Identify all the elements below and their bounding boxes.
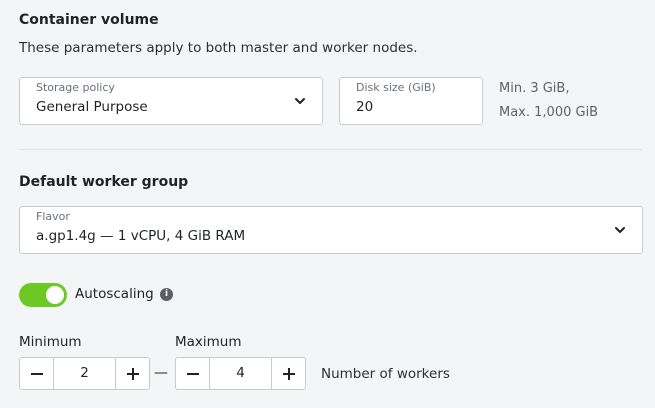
disk-size-input[interactable]: 20	[356, 99, 373, 115]
flavor-select[interactable]: Flavor a.gp1.4g — 1 vCPU, 4 GiB RAM	[19, 206, 643, 254]
cluster-settings-panel: Container volume These parameters apply …	[0, 0, 655, 408]
container-volume-title: Container volume	[19, 12, 159, 28]
info-icon[interactable]: i	[160, 288, 173, 301]
minimum-increment-button[interactable]	[116, 358, 149, 389]
disk-size-field[interactable]: Disk size (GiB) 20	[339, 77, 483, 125]
maximum-decrement-button[interactable]	[176, 358, 209, 389]
minimum-stepper: 2	[19, 357, 150, 390]
maximum-increment-button[interactable]	[272, 358, 305, 389]
container-volume-description: These parameters apply to both master an…	[19, 40, 418, 56]
minimum-input[interactable]: 2	[53, 358, 116, 389]
disk-size-max-hint: Max. 1,000 GiB	[499, 105, 599, 120]
number-of-workers-label: Number of workers	[321, 366, 450, 382]
autoscaling-toggle[interactable]	[19, 283, 67, 307]
minimum-label: Minimum	[19, 334, 82, 350]
worker-group-title: Default worker group	[19, 174, 189, 190]
flavor-label: Flavor	[36, 210, 70, 223]
maximum-stepper: 4	[175, 357, 306, 390]
storage-policy-value: General Purpose	[36, 99, 148, 115]
range-separator: —	[154, 365, 168, 381]
autoscaling-label: Autoscaling	[75, 286, 154, 302]
storage-policy-select[interactable]: Storage policy General Purpose	[19, 77, 323, 125]
disk-size-min-hint: Min. 3 GiB,	[499, 81, 570, 96]
flavor-value: a.gp1.4g — 1 vCPU, 4 GiB RAM	[36, 228, 246, 244]
minus-icon	[30, 372, 43, 375]
storage-policy-label: Storage policy	[36, 81, 115, 94]
chevron-down-icon	[295, 98, 305, 104]
section-divider	[19, 149, 642, 150]
plus-icon	[282, 367, 295, 380]
plus-icon	[126, 367, 139, 380]
chevron-down-icon	[615, 227, 625, 233]
minus-icon	[186, 372, 199, 375]
toggle-knob	[46, 286, 64, 304]
disk-size-label: Disk size (GiB)	[356, 81, 436, 94]
minimum-decrement-button[interactable]	[20, 358, 53, 389]
maximum-label: Maximum	[175, 334, 242, 350]
maximum-input[interactable]: 4	[209, 358, 272, 389]
